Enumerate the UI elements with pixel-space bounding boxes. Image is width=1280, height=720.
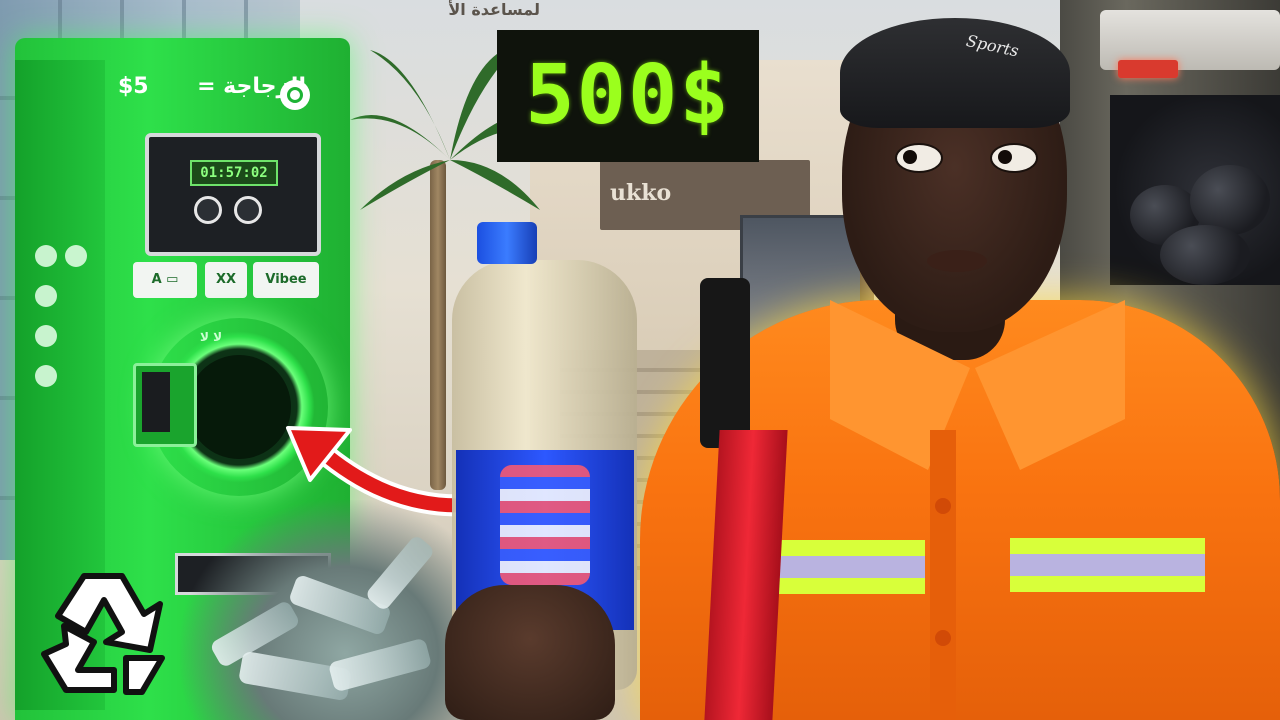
machine-logo-icon (280, 80, 310, 110)
machine-price: $5 (118, 74, 149, 99)
worker-eye-left (895, 143, 943, 173)
side-info-icon (35, 245, 57, 267)
worker-mouth (927, 250, 987, 272)
worker-hand (445, 585, 615, 720)
pupil (998, 150, 1012, 164)
machine-button-left[interactable] (194, 196, 222, 224)
side-info-icon (35, 325, 57, 347)
truck-tail-light (1118, 60, 1178, 78)
worker-eye-right (990, 143, 1038, 173)
side-info-icon (35, 285, 57, 307)
uniform-button (935, 630, 951, 646)
background-arabic-sign: ﻟﻤﺴﺎﻋﺪﺓ ﺍﻷ (448, 0, 540, 19)
price-badge-text: 500$ (525, 48, 731, 143)
reflective-stripe-left (770, 540, 925, 594)
side-info-icon (35, 365, 57, 387)
pupil (903, 150, 917, 164)
truck-garbage-bay (1110, 95, 1280, 285)
slot-label: لا لا (200, 330, 223, 344)
machine-control-panel (145, 133, 321, 256)
machine-label-row: A ▭ XX Vibee (133, 262, 323, 300)
pile-bottle (364, 534, 436, 612)
machine-tag: XX (205, 262, 247, 298)
recycle-icon (41, 573, 165, 695)
curved-arrow-icon (286, 426, 480, 517)
broom-handle-top (700, 278, 750, 448)
thumbnail-scene: ﻟﻤﺴﺎﻋﺪﺓ ﺍﻷ ukko $5 الزجاجة = 01:57:02 A … (0, 0, 1280, 720)
machine-tag: A ▭ (133, 262, 197, 298)
machine-digital-display: 01:57:02 (190, 160, 278, 186)
uniform-placket (930, 430, 956, 720)
pile-bottle (327, 637, 433, 693)
reflective-stripe-right (1010, 538, 1205, 592)
blurred-brand-logo (500, 465, 590, 585)
mall-sign-text: ukko (610, 180, 672, 206)
card-slot (142, 372, 170, 432)
garbage-bag (1160, 225, 1250, 285)
machine-tag: Vibee (253, 262, 319, 298)
worker-beanie (840, 18, 1070, 128)
machine-button-right[interactable] (234, 196, 262, 224)
bottle-insert-hole (187, 355, 291, 459)
side-info-icon (65, 245, 87, 267)
bottle-cap (477, 222, 537, 264)
uniform-button (935, 498, 951, 514)
